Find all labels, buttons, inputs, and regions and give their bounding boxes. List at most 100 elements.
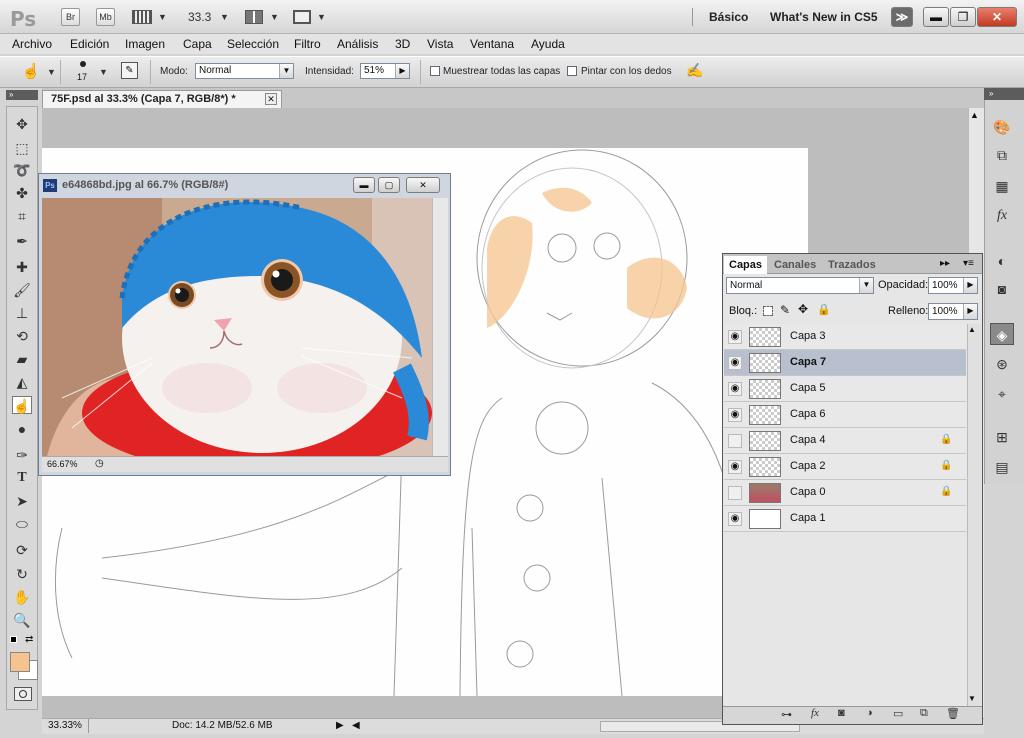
menu-vista[interactable]: Vista bbox=[427, 37, 453, 51]
layer-row[interactable]: ◉ Capa 2 🔒 bbox=[724, 454, 966, 480]
reference-close-button[interactable]: ✕ bbox=[406, 177, 440, 193]
eye-icon[interactable]: ◉ bbox=[728, 330, 742, 344]
reference-minimize-button[interactable]: ▬ bbox=[353, 177, 375, 193]
sample-all-layers-checkbox[interactable] bbox=[430, 66, 440, 76]
layer-row[interactable]: ◉ Capa 3 bbox=[724, 324, 966, 350]
lasso-tool-icon[interactable]: ➰ bbox=[12, 161, 32, 179]
status-menu-arrow-icon[interactable]: ▶ bbox=[336, 720, 344, 731]
healing-brush-tool-icon[interactable]: ✚ bbox=[12, 258, 32, 276]
close-document-icon[interactable]: ✕ bbox=[265, 93, 277, 105]
opacity-input[interactable]: 100% ▶ bbox=[928, 277, 978, 294]
eye-icon[interactable] bbox=[728, 486, 742, 500]
reference-vertical-scrollbar[interactable] bbox=[432, 198, 448, 456]
dodge-tool-icon[interactable]: ● bbox=[12, 420, 32, 438]
strength-input[interactable]: 51% ▶ bbox=[360, 63, 410, 79]
reference-maximize-button[interactable]: ▢ bbox=[378, 177, 400, 193]
status-zoom-level[interactable]: 33.33% bbox=[48, 720, 82, 731]
workspace-whats-new[interactable]: What's New in CS5 bbox=[770, 10, 878, 24]
layers-scrollbar[interactable] bbox=[967, 324, 981, 708]
menu-archivo[interactable]: Archivo bbox=[12, 37, 52, 51]
history-panel-icon[interactable]: ⧉ bbox=[990, 144, 1014, 166]
styles-panel-icon[interactable]: fx bbox=[990, 205, 1014, 227]
tablet-pressure-icon[interactable]: ✍ bbox=[686, 61, 704, 79]
menu-edicion[interactable]: Edición bbox=[70, 37, 109, 51]
menu-ayuda[interactable]: Ayuda bbox=[531, 37, 565, 51]
layer-style-icon[interactable]: fx bbox=[811, 707, 819, 719]
move-tool-icon[interactable]: ✥ bbox=[12, 115, 32, 133]
adjustments-panel-icon[interactable]: ◐ bbox=[990, 250, 1014, 272]
restore-button[interactable]: ❐ bbox=[950, 7, 976, 27]
menu-ventana[interactable]: Ventana bbox=[470, 37, 514, 51]
color-panel-icon[interactable]: 🎨 bbox=[990, 116, 1014, 138]
scroll-down-icon[interactable]: ▼ bbox=[968, 694, 976, 703]
reference-zoom-level[interactable]: 66.67% bbox=[47, 459, 78, 469]
chevron-down-icon[interactable]: ▼ bbox=[158, 12, 167, 22]
chevron-down-icon[interactable]: ▼ bbox=[270, 12, 279, 22]
menu-capa[interactable]: Capa bbox=[183, 37, 212, 51]
crop-tool-icon[interactable]: ⌗ bbox=[12, 207, 32, 225]
menu-analisis[interactable]: Análisis bbox=[337, 37, 378, 51]
eye-icon[interactable]: ◉ bbox=[728, 512, 742, 526]
tab-trazados[interactable]: Trazados bbox=[823, 256, 881, 274]
paint-bucket-tool-icon[interactable]: ◭ bbox=[12, 373, 32, 391]
eye-icon[interactable]: ◉ bbox=[728, 408, 742, 422]
eye-icon[interactable] bbox=[728, 434, 742, 448]
path-selection-tool-icon[interactable]: ➤ bbox=[12, 492, 32, 510]
swap-colors-icon[interactable]: ⇄ bbox=[25, 634, 33, 645]
collapse-panel-icon[interactable]: ▸▸ bbox=[940, 258, 950, 269]
layer-row[interactable]: Capa 4 🔒 bbox=[724, 428, 966, 454]
lock-transparent-pixels-icon[interactable] bbox=[763, 306, 773, 316]
delete-layer-icon[interactable]: 🗑 bbox=[946, 707, 960, 720]
marquee-tool-icon[interactable]: ⬚ bbox=[12, 139, 32, 157]
finger-painting-checkbox[interactable] bbox=[567, 66, 577, 76]
masks-panel-icon[interactable]: ◙ bbox=[990, 278, 1014, 300]
lock-position-icon[interactable]: ✥ bbox=[798, 302, 808, 316]
workspace-overflow-button[interactable]: ≫ bbox=[891, 7, 913, 27]
swatches-panel-icon[interactable]: ▦ bbox=[990, 175, 1014, 197]
zoom-level[interactable]: 33.3 bbox=[188, 10, 211, 24]
layer-row[interactable]: ◉ Capa 6 bbox=[724, 402, 966, 428]
chevron-down-icon[interactable]: ▼ bbox=[99, 67, 108, 77]
history-brush-tool-icon[interactable]: ⟲ bbox=[12, 327, 32, 345]
workspace-basic[interactable]: Básico bbox=[709, 10, 748, 24]
quick-mask-icon[interactable] bbox=[14, 687, 32, 701]
chevron-down-icon[interactable]: ▼ bbox=[47, 67, 56, 77]
ellipse-tool-icon[interactable]: ⬭ bbox=[12, 515, 32, 533]
type-tool-icon[interactable]: T bbox=[12, 469, 32, 487]
arrange-documents-icon[interactable] bbox=[245, 10, 263, 24]
scroll-up-icon[interactable]: ▲ bbox=[970, 110, 979, 120]
default-colors-icon[interactable] bbox=[10, 636, 17, 643]
eye-icon[interactable]: ◉ bbox=[728, 356, 742, 370]
adjustment-layer-icon[interactable]: ◑ bbox=[866, 707, 873, 719]
3d-rotate-tool-icon[interactable]: ⟳ bbox=[12, 541, 32, 559]
lock-image-pixels-icon[interactable]: ✎ bbox=[780, 303, 790, 317]
eye-icon[interactable]: ◉ bbox=[728, 382, 742, 396]
dock-header[interactable]: » bbox=[984, 88, 1024, 100]
animation-panel-icon[interactable]: ▤ bbox=[990, 456, 1014, 478]
3d-panel-icon[interactable]: ⊞ bbox=[990, 426, 1014, 448]
mode-select[interactable]: Normal ▼ bbox=[195, 63, 294, 79]
menu-filtro[interactable]: Filtro bbox=[294, 37, 321, 51]
bridge-button[interactable]: Br bbox=[61, 8, 80, 26]
channels-panel-icon[interactable]: ⊛ bbox=[990, 353, 1014, 375]
new-group-icon[interactable]: ▭ bbox=[893, 707, 903, 720]
minimize-button[interactable]: ▬ bbox=[923, 7, 949, 27]
extras-icon[interactable] bbox=[132, 10, 152, 24]
toolbox-header[interactable]: » bbox=[6, 90, 38, 100]
brush-panel-icon[interactable]: ✎ bbox=[121, 62, 138, 79]
scroll-up-icon[interactable]: ▲ bbox=[968, 325, 976, 334]
close-button[interactable]: ✕ bbox=[977, 7, 1017, 27]
menu-seleccion[interactable]: Selección bbox=[227, 37, 279, 51]
menu-imagen[interactable]: Imagen bbox=[125, 37, 165, 51]
add-mask-icon[interactable]: ◙ bbox=[838, 707, 845, 719]
clone-stamp-tool-icon[interactable]: ⊥ bbox=[12, 304, 32, 322]
smudge-tool-preset-icon[interactable]: ☝ bbox=[21, 62, 41, 80]
zoom-tool-icon[interactable]: 🔍 bbox=[12, 611, 32, 629]
3d-orbit-tool-icon[interactable]: ↻ bbox=[12, 565, 32, 583]
eraser-tool-icon[interactable]: ▰ bbox=[12, 350, 32, 368]
smudge-tool-icon[interactable]: ☝ bbox=[12, 396, 32, 414]
chevron-down-icon[interactable]: ▼ bbox=[317, 12, 326, 22]
panel-menu-icon[interactable]: ▾≡ bbox=[963, 258, 974, 269]
chevron-down-icon[interactable]: ▼ bbox=[220, 12, 229, 22]
layers-panel-icon[interactable]: ◈ bbox=[990, 323, 1014, 345]
